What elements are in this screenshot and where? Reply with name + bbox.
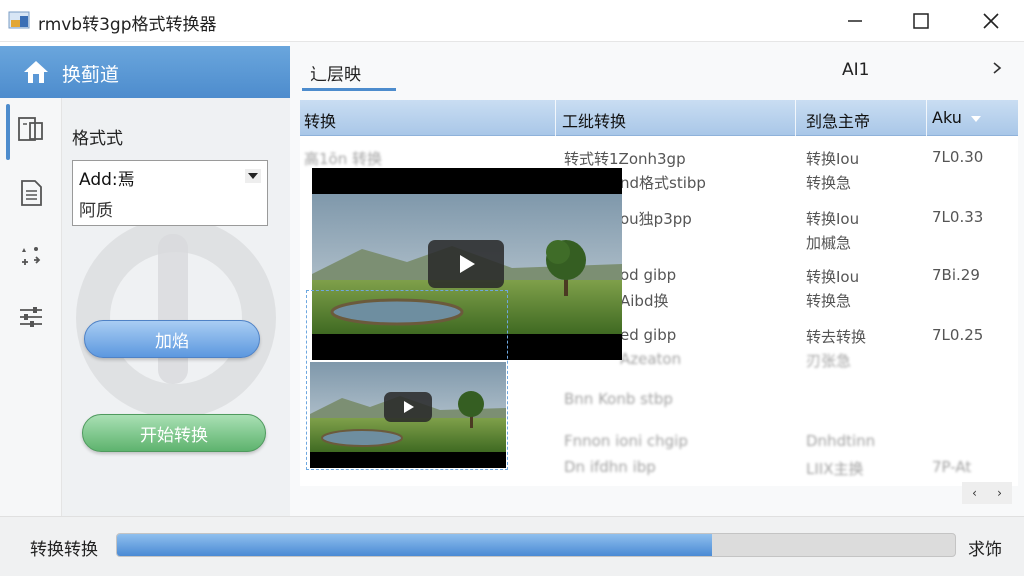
column-separator: [926, 100, 927, 136]
nav-settings-button[interactable]: [14, 300, 48, 334]
active-indicator: [6, 104, 10, 160]
home-icon: [24, 61, 48, 83]
table-cell: 7L0.25: [932, 326, 984, 344]
table-cell: 7L0.33: [932, 208, 984, 226]
table-cell: 转换Iou: [806, 150, 860, 168]
status-label: 转换转换: [30, 540, 98, 560]
document-icon: [21, 180, 42, 206]
device-icon: [18, 117, 43, 141]
nav-effects-button[interactable]: [14, 238, 48, 272]
scroll-right-icon[interactable]: ›: [997, 486, 1002, 500]
column-header[interactable]: 转换: [304, 108, 336, 132]
status-bar: 转换转换 求饰: [0, 516, 1024, 576]
play-icon: [404, 401, 414, 413]
table-cell: 加槭急: [806, 234, 852, 252]
minimize-button[interactable]: [840, 8, 870, 34]
dropdown-selected: Add:焉: [79, 170, 135, 190]
play-button[interactable]: [428, 240, 504, 288]
column-header[interactable]: Aku: [932, 108, 962, 127]
table-cell: 7L0.30: [932, 148, 984, 166]
chevron-down-icon[interactable]: [245, 169, 261, 183]
table-cell: ou独p3pp: [620, 210, 692, 228]
sliders-icon: [20, 307, 42, 327]
column-separator: [795, 100, 796, 136]
progress-fill: [117, 534, 712, 556]
main-content: 辶层映 AI1 转换 工纰转换 刭急主帝 Aku 高1ōn 转换 转式转1Zon…: [290, 42, 1024, 516]
close-icon: [983, 13, 999, 29]
format-label: 格式式: [72, 129, 123, 149]
table-cell: Dn ifdhn ibp: [564, 458, 656, 476]
table-cell: 转换Iou: [806, 268, 860, 286]
table-cell: 7Bi.29: [932, 266, 980, 284]
scroll-left-icon[interactable]: ‹: [972, 486, 977, 500]
table-cell: 转换急: [806, 292, 852, 310]
table-cell: Azeaton: [620, 350, 682, 368]
format-dropdown[interactable]: Add:焉 阿质: [72, 160, 268, 226]
table-cell: 转换Iou: [806, 210, 860, 228]
table-cell: 刃张急: [806, 352, 852, 370]
table-cell: LIIX主换: [806, 460, 864, 478]
minimize-icon: [848, 20, 862, 22]
column-separator: [555, 100, 556, 136]
chevron-right-icon[interactable]: [990, 60, 1004, 76]
title-bar: rmvb转3gp格式转换器: [0, 0, 1024, 42]
sidebar-title: 换蓟道: [62, 64, 120, 86]
play-button[interactable]: [384, 392, 432, 422]
table-cell: Dnhdtinn: [806, 432, 876, 450]
format-panel: 格式式 Add:焉 阿质 加焰 开始转换: [62, 98, 290, 516]
table-cell: 转换急: [806, 174, 852, 192]
table-cell: ed gibp: [620, 326, 677, 344]
table-cell: 转式转1Zonh3gp: [564, 150, 686, 168]
column-header[interactable]: 刭急主帝: [806, 108, 870, 132]
tab-secondary[interactable]: AI1: [842, 60, 869, 80]
app-icon: [8, 11, 30, 29]
table-cell: Bnn Konb stbp: [564, 390, 673, 408]
table-cell: 7P-At: [932, 458, 972, 476]
start-convert-button[interactable]: 开始转换: [82, 414, 266, 452]
column-header[interactable]: 工纰转换: [562, 108, 626, 132]
table-cell: 高1ōn 转换: [304, 150, 382, 168]
nav-convert-button[interactable]: [14, 112, 48, 146]
tab-active[interactable]: 辶层映: [310, 60, 361, 85]
nav-document-button[interactable]: [14, 176, 48, 210]
table-cell: Fnnon ioni chgip: [564, 432, 688, 450]
dropdown-option[interactable]: 阿质: [79, 196, 113, 221]
table-cell: Aibd换: [620, 292, 669, 310]
table-cell: 转去转换: [806, 328, 867, 346]
status-right-label[interactable]: 求饰: [968, 535, 1002, 560]
sort-down-icon[interactable]: [970, 114, 982, 124]
icon-navigation: [0, 98, 62, 516]
sparkle-icon: [22, 247, 41, 265]
close-button[interactable]: [976, 8, 1006, 34]
play-icon: [460, 255, 475, 273]
progress-bar: [116, 533, 956, 557]
tab-underline: [302, 88, 396, 91]
pagination-control[interactable]: ‹ ›: [962, 482, 1012, 504]
window-title: rmvb转3gp格式转换器: [38, 15, 217, 35]
watermark-bar: [158, 234, 188, 384]
table-cell: od gibp: [620, 266, 677, 284]
add-button[interactable]: 加焰: [84, 320, 260, 358]
video-preview-small[interactable]: [310, 362, 506, 468]
table-cell: nd格式stibp: [620, 174, 706, 192]
maximize-icon: [913, 13, 929, 29]
sidebar-header: 换蓟道: [0, 46, 290, 98]
table-header: 转换 工纰转换 刭急主帝 Aku: [300, 100, 1018, 136]
maximize-button[interactable]: [906, 8, 936, 34]
